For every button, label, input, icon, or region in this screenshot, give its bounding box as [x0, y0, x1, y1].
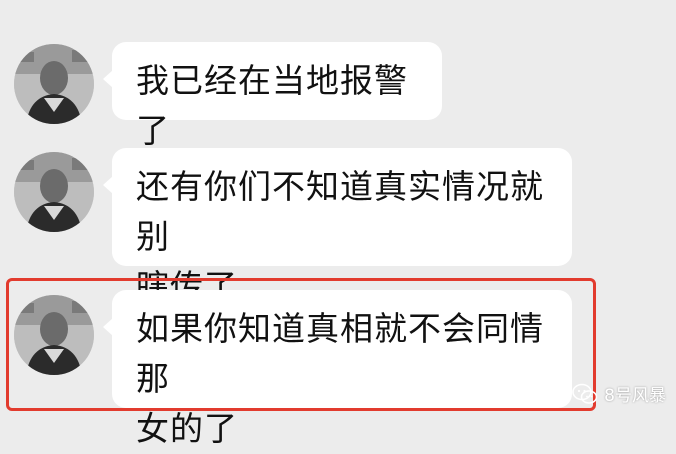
message-text-line: 我已经在当地报警了 — [136, 61, 408, 150]
message-text-line: 还有你们不知道真实情况就别 — [136, 167, 544, 256]
message-bubble[interactable]: 如果你知道真相就不会同情那 女的了 — [103, 290, 572, 448]
person-avatar-icon — [14, 44, 94, 124]
message-text-line: 女的了 — [136, 409, 238, 448]
message-bubble[interactable]: 我已经在当地报警了 — [103, 42, 442, 150]
avatar[interactable] — [14, 295, 94, 375]
watermark: 8号风暴 — [572, 381, 666, 406]
avatar[interactable] — [14, 44, 94, 124]
person-avatar-icon — [14, 295, 94, 375]
chat-window: 我已经在当地报警了 还有你们不知道真实情况就别 瞎传了 如果你知道真相就不会同情… — [0, 0, 676, 448]
wechat-logo-icon — [572, 383, 598, 404]
person-avatar-icon — [14, 152, 94, 232]
avatar[interactable] — [14, 152, 94, 232]
watermark-text: 8号风暴 — [604, 386, 666, 406]
message-text-line: 如果你知道真相就不会同情那 — [136, 309, 544, 398]
message-bubble[interactable]: 还有你们不知道真实情况就别 瞎传了 — [103, 148, 572, 306]
